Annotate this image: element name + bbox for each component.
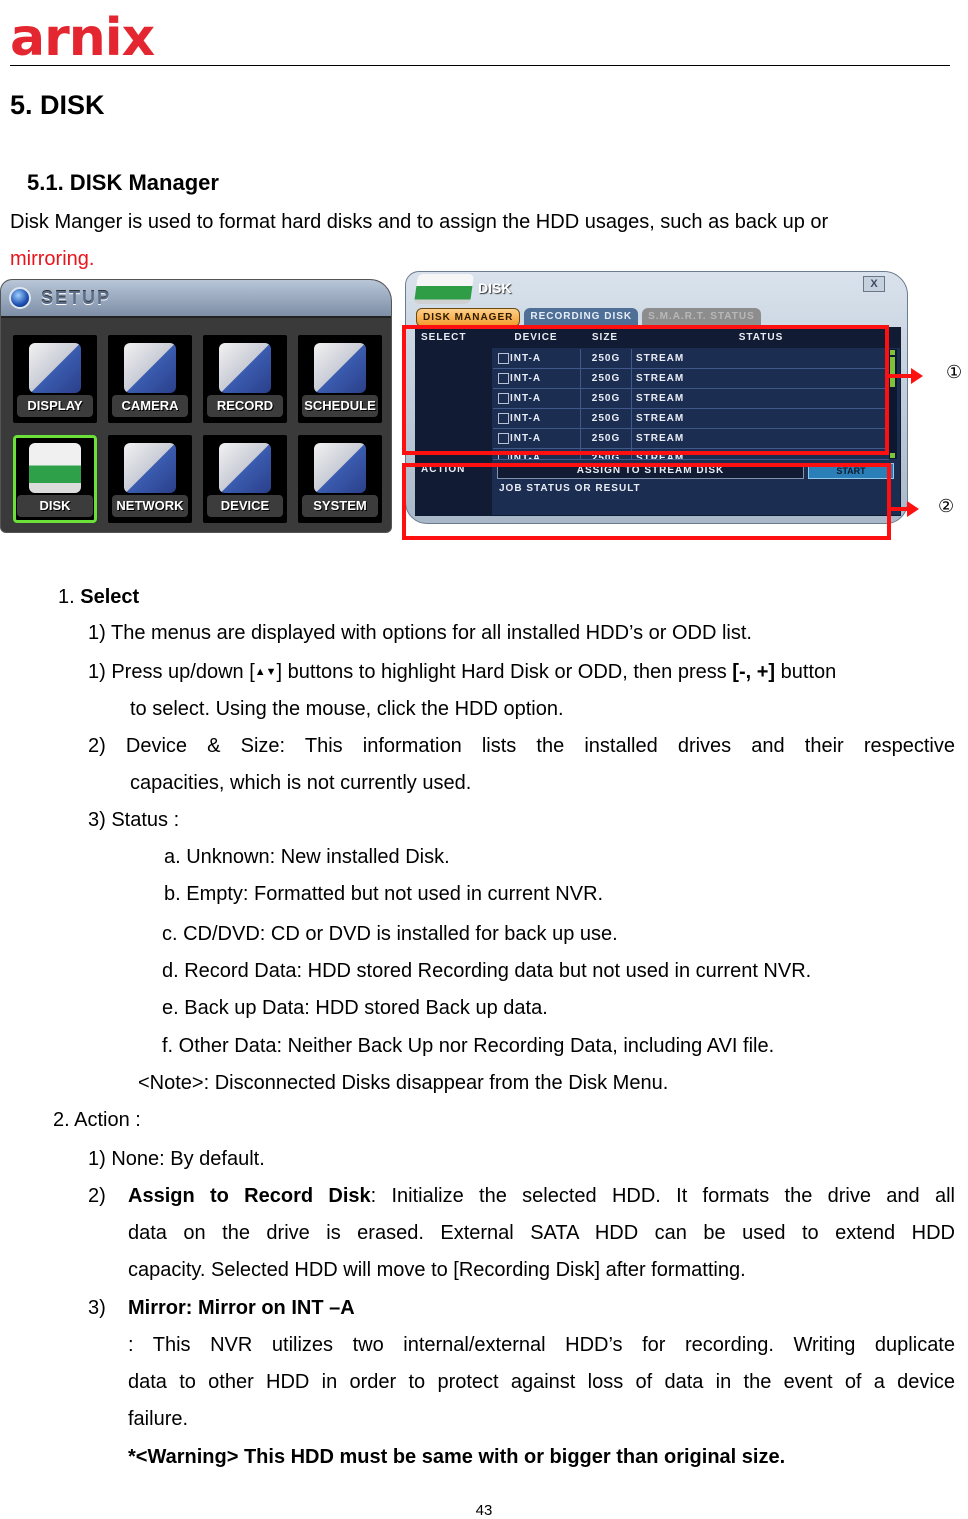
setup-tiles: DISPLAY CAMERA RECORD SCHEDULE DISK NETW… [13, 335, 382, 523]
status-item: e. Back up Data: HDD stored Back up data… [162, 997, 548, 1019]
select-heading: 1. Select [58, 585, 139, 609]
disk-window-title: DISK [478, 280, 512, 296]
action-item-none: 1) None: By default. [88, 1148, 265, 1170]
action-item-mirror-l1: : This NVR utilizes two internal/externa… [128, 1334, 955, 1356]
callout-arrow-2 [889, 501, 919, 517]
status-item: c. CD/DVD: CD or DVD is installed for ba… [162, 923, 618, 945]
scroll-thumb[interactable] [890, 357, 895, 387]
action-heading: 2. Action : [53, 1109, 141, 1131]
setup-tile-network[interactable]: NETWORK [108, 435, 192, 523]
setup-tile-system[interactable]: SYSTEM [298, 435, 382, 523]
action-item-assign: Assign to Record Disk: Initialize the se… [128, 1184, 955, 1208]
setup-tile-display[interactable]: DISPLAY [13, 335, 97, 423]
arnix-logo: arnix [10, 8, 155, 68]
text: button [775, 661, 837, 683]
setup-menu-panel: SETUP DISPLAY CAMERA RECORD SCHEDULE DIS… [0, 279, 392, 533]
note-text: <Note>: Disconnected Disks disappear fro… [138, 1072, 669, 1094]
status-item: d. Record Data: HDD stored Recording dat… [162, 960, 812, 982]
subsection-title: 5.1. DISK Manager [27, 170, 219, 195]
computer-icon [314, 443, 366, 493]
status-item: b. Empty: Formatted but not used in curr… [164, 883, 604, 905]
up-down-arrows-icon: ▲▼ [254, 666, 277, 678]
tile-label: RECORD [207, 395, 283, 417]
hard-disk-icon [413, 274, 475, 304]
status-item: f. Other Data: Neither Back Up nor Recor… [162, 1035, 775, 1057]
header-divider [10, 65, 950, 66]
tile-label: DISK [17, 495, 93, 517]
status-item: a. Unknown: New installed Disk. [164, 846, 450, 868]
action-item-mirror-l2: data to other HDD in order to protect ag… [128, 1371, 955, 1393]
film-reel-icon [219, 343, 271, 393]
tile-label: CAMERA [112, 395, 188, 417]
scroll-down-icon[interactable] [890, 453, 895, 458]
warning-text: *<Warning> This HDD must be same with or… [128, 1446, 786, 1468]
setup-tile-device[interactable]: DEVICE [203, 435, 287, 523]
gears-icon [219, 443, 271, 493]
tile-label: DISPLAY [17, 395, 93, 417]
select-item-press: 1) Press up/down [▲▼] buttons to highlig… [88, 660, 836, 684]
close-button[interactable]: X [863, 276, 885, 292]
select-item-1: 1) The menus are displayed with options … [88, 622, 752, 644]
callout-box-2 [402, 463, 891, 540]
action-item-assign-l3: capacity. Selected HDD will move to [Rec… [128, 1259, 746, 1281]
callout-arrow-1 [889, 368, 923, 384]
tile-label: SYSTEM [302, 495, 378, 517]
page-number: 43 [475, 1502, 493, 1519]
setup-tile-camera[interactable]: CAMERA [108, 335, 192, 423]
select-item-status: 3) Status : [88, 809, 180, 831]
notepad-clock-icon [314, 343, 366, 393]
callout-marker-2: ② [938, 496, 955, 517]
setup-tile-record[interactable]: RECORD [203, 335, 287, 423]
action-item-number: 3) [88, 1297, 106, 1319]
intro-text: Disk Manger is used to format hard disks… [10, 211, 829, 233]
text: : Initialize the selected HDD. It format… [370, 1185, 955, 1207]
camera-icon [124, 343, 176, 393]
setup-titlebar: SETUP [1, 280, 391, 318]
section-title: 5. DISK [10, 90, 105, 120]
tile-label: NETWORK [112, 495, 188, 517]
setup-orb-icon [9, 287, 31, 309]
select-item-device-size: 2) Device & Size: This information lists… [88, 735, 955, 757]
callout-box-1 [402, 325, 889, 455]
monitor-icon [29, 343, 81, 393]
disk-list-scrollbar[interactable] [889, 349, 897, 459]
scroll-up-icon[interactable] [890, 350, 895, 355]
hard-disk-icon [29, 443, 81, 493]
setup-tile-schedule[interactable]: SCHEDULE [298, 335, 382, 423]
text: ] buttons to highlight Hard Disk or ODD,… [276, 661, 733, 683]
select-title: Select [80, 586, 140, 608]
callout-marker-1: ① [946, 362, 963, 383]
action-item-number: 2) [88, 1185, 106, 1207]
text: 1) Press up/down [ [88, 661, 255, 683]
setup-tile-disk[interactable]: DISK [13, 435, 97, 523]
select-item-device-size-cont: capacities, which is not currently used. [130, 772, 472, 794]
text-bold: Assign to Record Disk [128, 1185, 371, 1207]
network-icon [124, 443, 176, 493]
list-number: 1. [58, 586, 75, 608]
select-item-press-cont: to select. Using the mouse, click the HD… [130, 698, 564, 720]
action-item-assign-l2: data on the drive is erased. External SA… [128, 1222, 955, 1244]
tile-label: SCHEDULE [302, 395, 378, 417]
intro-continuation: mirroring. [10, 248, 95, 270]
text-bold: [-, +] [732, 661, 776, 683]
setup-title: SETUP [41, 287, 112, 308]
action-item-mirror-title: Mirror: Mirror on INT –A [128, 1297, 355, 1319]
action-item-mirror-l3: failure. [128, 1408, 189, 1430]
tile-label: DEVICE [207, 495, 283, 517]
